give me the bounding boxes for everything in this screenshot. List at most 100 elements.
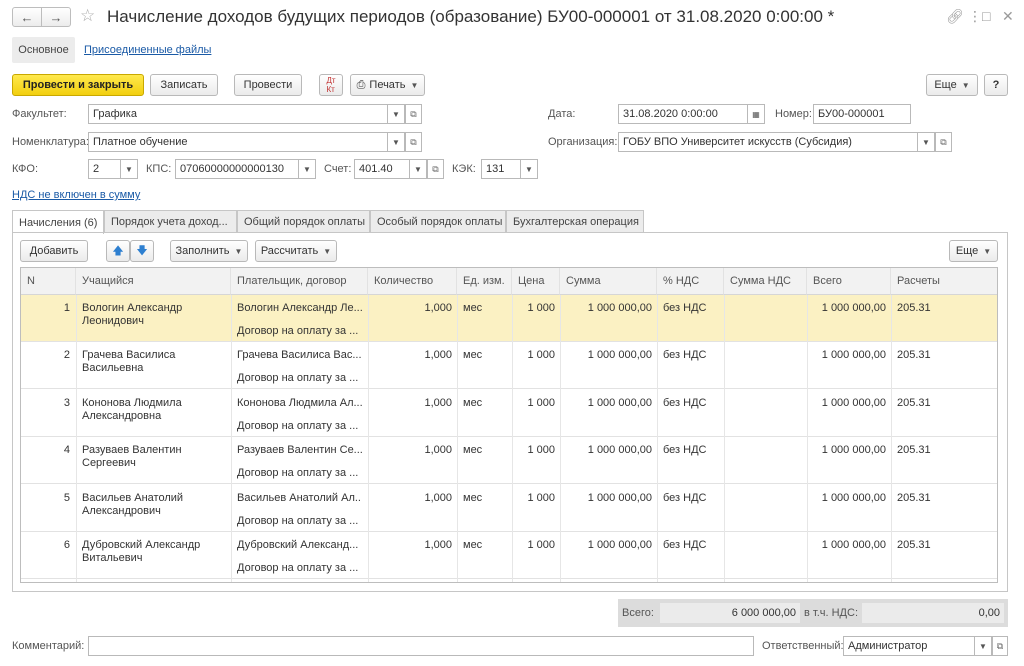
cell-vat-rate[interactable]: без НДС xyxy=(663,491,723,505)
cell-contract[interactable]: Договор на оплату за ... xyxy=(237,466,362,480)
cell-contract[interactable]: Договор на оплату за ... xyxy=(237,419,362,433)
cell-price[interactable]: 1 000 xyxy=(512,443,555,457)
help-button[interactable]: ? xyxy=(984,74,1008,96)
tab-income-accounting[interactable]: Порядок учета доход... xyxy=(104,210,237,233)
cell-total[interactable]: 1 000 000,00 xyxy=(807,491,886,505)
column-header-vat-rate[interactable]: % НДС xyxy=(657,268,724,295)
cell-vat-rate[interactable]: без НДС xyxy=(663,348,723,362)
nomenclature-field[interactable]: Платное обучение xyxy=(88,132,388,152)
cell-student-name[interactable]: Разуваев Валентин xyxy=(82,443,230,457)
kfo-dropdown-icon[interactable]: ▼ xyxy=(121,159,138,179)
kek-dropdown-icon[interactable]: ▼ xyxy=(521,159,538,179)
cell-n[interactable]: 6 xyxy=(21,538,70,552)
responsible-dropdown-icon[interactable]: ▼ xyxy=(975,636,992,656)
back-button[interactable]: ← xyxy=(12,7,42,27)
cell-payer[interactable]: Васильев Анатолий Ал... xyxy=(237,491,362,505)
cell-contract[interactable]: Договор на оплату за ... xyxy=(237,514,362,528)
cell-contract[interactable]: Договор на оплату за ... xyxy=(237,561,362,575)
favorite-star-icon[interactable]: ☆ xyxy=(80,6,95,26)
cell-unit[interactable]: мес xyxy=(463,538,511,552)
cell-unit[interactable]: мес xyxy=(463,348,511,362)
faculty-dropdown-icon[interactable]: ▼ xyxy=(388,104,405,124)
cell-account[interactable]: 205.31 xyxy=(897,491,997,505)
cell-quantity[interactable]: 1,000 xyxy=(368,396,452,410)
cell-account[interactable]: 205.31 xyxy=(897,348,997,362)
post-button[interactable]: Провести xyxy=(234,74,302,96)
cell-total[interactable]: 1 000 000,00 xyxy=(807,538,886,552)
cell-payer[interactable]: Грачева Василиса Вас... xyxy=(237,348,362,362)
comment-field[interactable] xyxy=(88,636,754,656)
kek-field[interactable]: 131 xyxy=(481,159,521,179)
cell-n[interactable]: 4 xyxy=(21,443,70,457)
account-field[interactable]: 401.40 xyxy=(354,159,410,179)
move-down-button[interactable]: 🡇︎ xyxy=(130,240,154,262)
cell-sum[interactable]: 1 000 000,00 xyxy=(560,396,652,410)
cell-quantity[interactable]: 1,000 xyxy=(368,538,452,552)
column-header-student[interactable]: Учащийся xyxy=(76,268,231,295)
cell-sum[interactable]: 1 000 000,00 xyxy=(560,538,652,552)
table-row[interactable]: 1 Вологин Александр Леонидович Вологин Алек… xyxy=(21,295,997,342)
cell-sum[interactable]: 1 000 000,00 xyxy=(560,443,652,457)
cell-total[interactable]: 1 000 000,00 xyxy=(807,348,886,362)
responsible-open-icon[interactable]: ⧉ xyxy=(992,636,1008,656)
vat-not-included-link[interactable]: НДС не включен в сумму xyxy=(12,189,140,201)
cell-quantity[interactable]: 1,000 xyxy=(368,301,452,315)
cell-payer[interactable]: Кононова Людмила Ал... xyxy=(237,396,362,410)
link-icon[interactable]: 🔗︎ xyxy=(946,8,964,25)
cell-student-name[interactable]: Кононова Людмила xyxy=(82,396,230,410)
calculate-button[interactable]: Рассчитать ▼ xyxy=(255,240,337,262)
tab-special-payment[interactable]: Особый порядок оплаты xyxy=(370,210,506,233)
save-button[interactable]: Записать xyxy=(150,74,218,96)
cell-unit[interactable]: мес xyxy=(463,301,511,315)
cell-account[interactable]: 205.31 xyxy=(897,443,997,457)
cell-vat-rate[interactable]: без НДС xyxy=(663,443,723,457)
cell-student-name[interactable]: Васильев Анатолий xyxy=(82,491,230,505)
cell-quantity[interactable]: 1,000 xyxy=(368,348,452,362)
cell-student-patronymic[interactable]: Александровна xyxy=(82,409,230,423)
cell-sum[interactable]: 1 000 000,00 xyxy=(560,348,652,362)
organization-dropdown-icon[interactable]: ▼ xyxy=(918,132,935,152)
dt-kt-report-button[interactable]: Дт Кт xyxy=(319,74,343,96)
cell-sum[interactable]: 1 000 000,00 xyxy=(560,491,652,505)
cell-student-patronymic[interactable]: Васильевна xyxy=(82,361,230,375)
cell-vat-rate[interactable]: без НДС xyxy=(663,538,723,552)
cell-vat-rate[interactable]: без НДС xyxy=(663,301,723,315)
post-and-close-button[interactable]: Провести и закрыть xyxy=(12,74,144,96)
add-button[interactable]: Добавить xyxy=(20,240,88,262)
cell-n[interactable]: 1 xyxy=(21,301,70,315)
column-header-payer[interactable]: Плательщик, договор xyxy=(231,268,368,295)
cell-unit[interactable]: мес xyxy=(463,491,511,505)
cell-price[interactable]: 1 000 xyxy=(512,348,555,362)
kps-field[interactable]: 07060000000000130 xyxy=(175,159,299,179)
cell-quantity[interactable]: 1,000 xyxy=(368,491,452,505)
forward-button[interactable]: → xyxy=(41,7,71,27)
column-header-quantity[interactable]: Количество xyxy=(368,268,457,295)
cell-contract[interactable]: Договор на оплату за ... xyxy=(237,324,362,338)
cell-sum[interactable]: 1 000 000,00 xyxy=(560,301,652,315)
cell-contract[interactable]: Договор на оплату за ... xyxy=(237,371,362,385)
date-field[interactable]: 31.08.2020 0:00:00 xyxy=(618,104,748,124)
table-row[interactable]: 6 Дубровский Александр Витальевич Дубровски… xyxy=(21,532,997,579)
cell-n[interactable]: 3 xyxy=(21,396,70,410)
cell-student-patronymic[interactable]: Сергеевич xyxy=(82,456,230,470)
table-row[interactable]: 5 Васильев Анатолий Александрович Васильев … xyxy=(21,485,997,532)
kps-dropdown-icon[interactable]: ▼ xyxy=(299,159,316,179)
tab-accruals[interactable]: Начисления (6) xyxy=(12,210,104,234)
cell-n[interactable]: 2 xyxy=(21,348,70,362)
cell-price[interactable]: 1 000 xyxy=(512,396,555,410)
cell-n[interactable]: 5 xyxy=(21,491,70,505)
cell-payer[interactable]: Вологин Александр Ле... xyxy=(237,301,362,315)
column-header-price[interactable]: Цена xyxy=(512,268,560,295)
cell-student-name[interactable]: Дубровский Александр xyxy=(82,538,230,552)
cell-student-name[interactable]: Грачева Василиса xyxy=(82,348,230,362)
cell-quantity[interactable]: 1,000 xyxy=(368,443,452,457)
column-header-total[interactable]: Всего xyxy=(807,268,891,295)
print-button[interactable]: ⎙ Печать ▼ xyxy=(350,74,425,96)
table-row[interactable]: 2 Грачева Василиса Васильевна Грачева Васил… xyxy=(21,342,997,390)
column-header-n[interactable]: N xyxy=(21,268,76,295)
cell-price[interactable]: 1 000 xyxy=(512,538,555,552)
organization-open-icon[interactable]: ⧉ xyxy=(935,132,952,152)
cell-student-patronymic[interactable]: Александрович xyxy=(82,504,230,518)
nomenclature-open-icon[interactable]: ⧉ xyxy=(405,132,422,152)
more-button[interactable]: Еще ▼ xyxy=(926,74,978,96)
